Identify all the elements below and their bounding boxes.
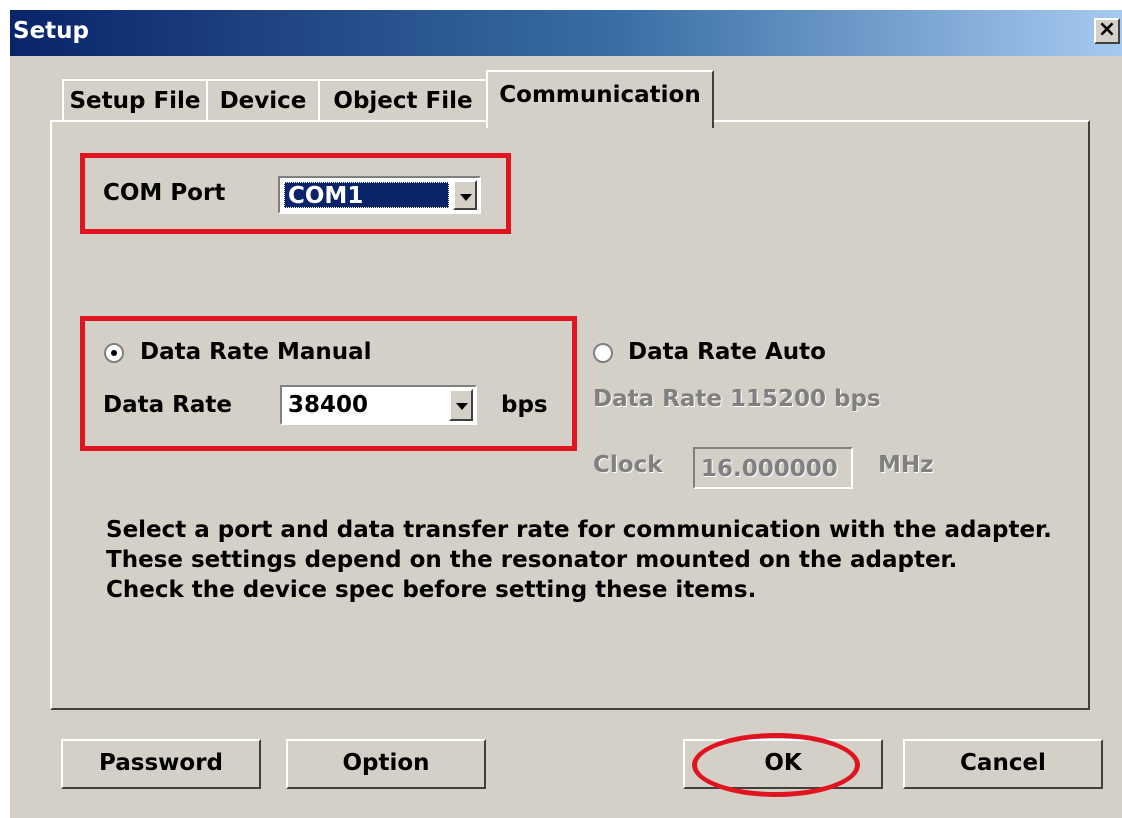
cancel-button[interactable]: Cancel [903, 739, 1103, 789]
close-button[interactable]: × [1094, 18, 1120, 44]
tab-setup-file[interactable]: Setup File [62, 79, 208, 123]
data-rate-auto-radio[interactable] [593, 343, 613, 363]
tab-communication[interactable]: Communication [486, 70, 714, 128]
instruction-line: Select a port and data transfer rate for… [106, 517, 1052, 543]
password-button[interactable]: Password [61, 739, 261, 789]
clock-unit: MHz [878, 452, 934, 478]
data-rate-highlight-box [80, 316, 577, 451]
option-button[interactable]: Option [286, 739, 486, 789]
instruction-line: Check the device spec before setting the… [106, 577, 757, 603]
close-icon: × [1097, 17, 1117, 42]
clock-input[interactable]: 16.000000 [693, 447, 853, 489]
ok-highlight-oval [692, 733, 860, 797]
data-rate-auto-label: Data Rate Auto [628, 339, 826, 365]
clock-label: Clock [593, 452, 663, 478]
com-port-highlight-box [80, 153, 511, 234]
instructions-text: Select a port and data transfer rate for… [106, 515, 1052, 605]
instruction-line: These settings depend on the resonator m… [106, 547, 958, 573]
tab-device[interactable]: Device [206, 79, 320, 123]
clock-value: 16.000000 [701, 456, 838, 482]
auto-data-rate-text: Data Rate 115200 bps [593, 386, 881, 412]
window-title: Setup [13, 18, 89, 44]
tab-object-file[interactable]: Object File [318, 79, 488, 123]
title-bar[interactable]: Setup × [10, 10, 1122, 56]
